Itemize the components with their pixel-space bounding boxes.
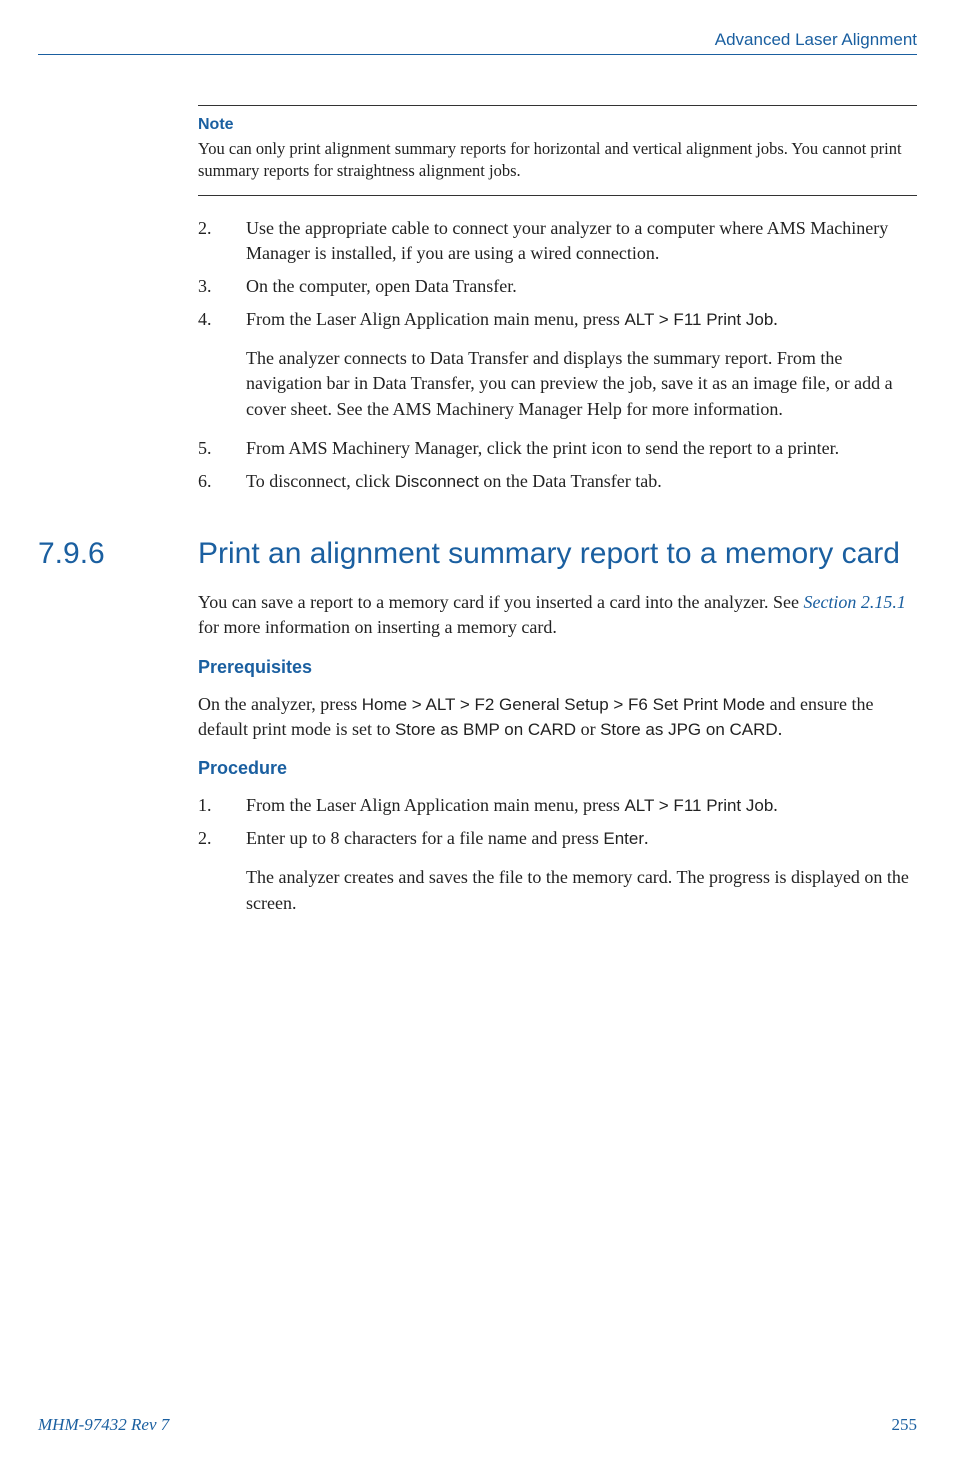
procedure-heading: Procedure xyxy=(198,758,917,779)
page-number: 255 xyxy=(892,1415,918,1435)
step-text-pre: From the Laser Align Application main me… xyxy=(246,795,624,815)
step-number: 2. xyxy=(198,216,246,266)
ui-key: Enter xyxy=(603,829,644,848)
proc-step-1: 1. From the Laser Align Application main… xyxy=(198,793,917,818)
intro-post: for more information on inserting a memo… xyxy=(198,617,557,637)
page-content: Note You can only print alignment summar… xyxy=(198,105,917,922)
procedure-steps: 1. From the Laser Align Application main… xyxy=(198,793,917,922)
step-number: 2. xyxy=(198,826,246,922)
ui-option: Store as JPG on CARD xyxy=(600,720,778,739)
ui-option: Store as BMP on CARD xyxy=(395,720,576,739)
note-block: Note You can only print alignment summar… xyxy=(198,105,917,196)
step-4: 4. From the Laser Align Application main… xyxy=(198,307,917,428)
intro-pre: You can save a report to a memory card i… xyxy=(198,592,803,612)
section-title: Print an alignment summary report to a m… xyxy=(198,536,900,572)
step-number: 1. xyxy=(198,793,246,818)
step-body: From the Laser Align Application main me… xyxy=(246,793,917,818)
step-text-post: . xyxy=(773,795,778,815)
section-link[interactable]: Section 2.15.1 xyxy=(803,592,905,612)
prereq-post: . xyxy=(778,719,783,739)
ui-keypress: Home > ALT > F2 General Setup > F6 Set P… xyxy=(362,695,765,714)
step-text-post: . xyxy=(773,309,778,329)
step-number: 3. xyxy=(198,274,246,299)
step-text-post: . xyxy=(644,828,649,848)
step-result: The analyzer connects to Data Transfer a… xyxy=(246,346,917,422)
step-body: Enter up to 8 characters for a file name… xyxy=(246,826,917,922)
step-text: Use the appropriate cable to connect you… xyxy=(246,216,917,266)
prerequisites-text: On the analyzer, press Home > ALT > F2 G… xyxy=(198,692,917,742)
intro-paragraph: You can save a report to a memory card i… xyxy=(198,590,917,640)
step-5: 5. From AMS Machinery Manager, click the… xyxy=(198,436,917,461)
step-text: On the computer, open Data Transfer. xyxy=(246,274,917,299)
doc-id: MHM-97432 Rev 7 xyxy=(38,1415,169,1435)
step-number: 4. xyxy=(198,307,246,428)
prerequisites-heading: Prerequisites xyxy=(198,657,917,678)
prereq-pre: On the analyzer, press xyxy=(198,694,362,714)
page-footer: MHM-97432 Rev 7 255 xyxy=(38,1415,917,1435)
proc-step-2: 2. Enter up to 8 characters for a file n… xyxy=(198,826,917,922)
step-body: To disconnect, click Disconnect on the D… xyxy=(246,469,917,494)
running-header: Advanced Laser Alignment xyxy=(38,30,917,50)
step-text-pre: From the Laser Align Application main me… xyxy=(246,309,624,329)
section-number: 7.9.6 xyxy=(38,537,198,571)
step-number: 5. xyxy=(198,436,246,461)
step-result: The analyzer creates and saves the file … xyxy=(246,865,917,915)
step-6: 6. To disconnect, click Disconnect on th… xyxy=(198,469,917,494)
step-3: 3. On the computer, open Data Transfer. xyxy=(198,274,917,299)
step-number: 6. xyxy=(198,469,246,494)
step-body: From the Laser Align Application main me… xyxy=(246,307,917,428)
ui-label: Disconnect xyxy=(395,472,479,491)
note-text: You can only print alignment summary rep… xyxy=(198,138,917,183)
ui-keypress: ALT > F11 Print Job xyxy=(624,310,773,329)
prereq-or: or xyxy=(576,719,600,739)
steps-continued: 2. Use the appropriate cable to connect … xyxy=(198,216,917,495)
step-text-pre: Enter up to 8 characters for a file name… xyxy=(246,828,603,848)
section-heading-row: 7.9.6 Print an alignment summary report … xyxy=(198,536,917,572)
step-text-pre: To disconnect, click xyxy=(246,471,395,491)
step-2: 2. Use the appropriate cable to connect … xyxy=(198,216,917,266)
ui-keypress: ALT > F11 Print Job xyxy=(624,796,773,815)
step-text: From AMS Machinery Manager, click the pr… xyxy=(246,436,917,461)
header-rule xyxy=(38,54,917,55)
step-text-post: on the Data Transfer tab. xyxy=(479,471,662,491)
note-label: Note xyxy=(198,116,917,134)
